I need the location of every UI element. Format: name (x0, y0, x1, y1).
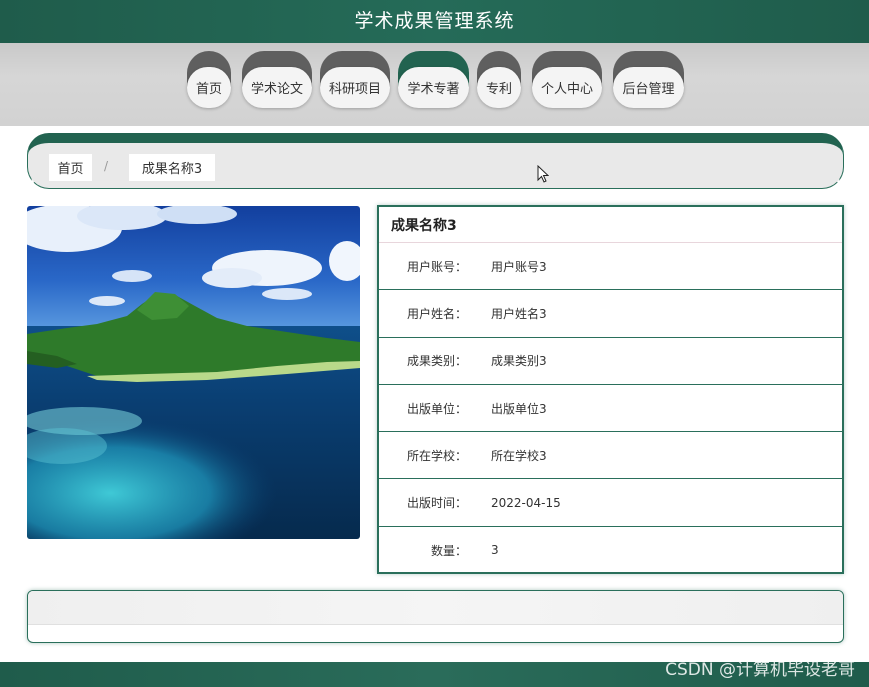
detail-row: 数量： 3 (379, 527, 842, 574)
field-value: 3 (491, 543, 499, 558)
detail-row: 用户姓名： 用户姓名3 (379, 290, 842, 338)
nav-item-admin[interactable]: 后台管理 (613, 51, 684, 109)
content-section-header (28, 591, 843, 625)
nav-item-label: 学术专著 (398, 67, 469, 108)
nav-item-label: 后台管理 (613, 67, 684, 108)
nav-item-label: 个人中心 (532, 67, 602, 108)
nav-item-home[interactable]: 首页 (187, 51, 231, 109)
field-value: 所在学校3 (491, 448, 547, 463)
mouse-cursor-icon (537, 165, 549, 183)
detail-row: 成果类别： 成果类别3 (379, 338, 842, 385)
breadcrumb-home-link[interactable]: 首页 (49, 154, 92, 181)
field-label: 成果类别： (406, 354, 467, 369)
field-label: 出版时间： (406, 496, 467, 511)
detail-row: 所在学校： 所在学校3 (379, 432, 842, 480)
breadcrumb-separator: / (104, 159, 109, 173)
field-label: 所在学校： (406, 448, 467, 463)
main-nav: 首页 学术论文 科研项目 学术专著 专利 个人中心 后台管理 (0, 43, 869, 126)
nav-item-monographs[interactable]: 学术专著 (398, 51, 469, 109)
breadcrumb-current: 成果名称3 (129, 154, 215, 181)
nav-item-patents[interactable]: 专利 (477, 51, 521, 109)
field-value: 成果类别3 (491, 354, 547, 369)
site-title: 学术成果管理系统 (354, 10, 515, 32)
top-header-bar: 学术成果管理系统 (0, 0, 869, 43)
content-section-panel (27, 590, 844, 643)
field-label: 数量： (430, 543, 467, 558)
nav-item-label: 专利 (477, 67, 521, 108)
nav-item-projects[interactable]: 科研项目 (320, 51, 390, 109)
island-landscape-picture (27, 206, 360, 539)
field-label: 用户姓名： (406, 306, 467, 321)
field-value: 用户账号3 (491, 259, 547, 274)
nav-item-personal-center[interactable]: 个人中心 (532, 51, 602, 109)
watermark-text: CSDN @计算机毕设老哥 (665, 660, 855, 680)
field-value: 2022-04-15 (491, 495, 561, 510)
item-cover-image (27, 206, 360, 539)
field-value: 用户姓名3 (491, 306, 547, 321)
nav-item-papers[interactable]: 学术论文 (242, 51, 312, 109)
detail-panel: 成果名称3 用户账号： 用户账号3 用户姓名： 用户姓名3 成果类别： 成果类别… (377, 205, 844, 574)
detail-title: 成果名称3 (379, 207, 842, 243)
nav-item-label: 首页 (187, 67, 231, 108)
nav-item-label: 学术论文 (242, 67, 312, 108)
field-label: 出版单位： (406, 401, 467, 416)
field-value: 出版单位3 (491, 401, 547, 416)
detail-row: 出版时间： 2022-04-15 (379, 479, 842, 527)
nav-item-label: 科研项目 (320, 67, 390, 108)
detail-row: 用户账号： 用户账号3 (379, 243, 842, 291)
field-label: 用户账号： (406, 259, 467, 274)
detail-row: 出版单位： 出版单位3 (379, 385, 842, 433)
